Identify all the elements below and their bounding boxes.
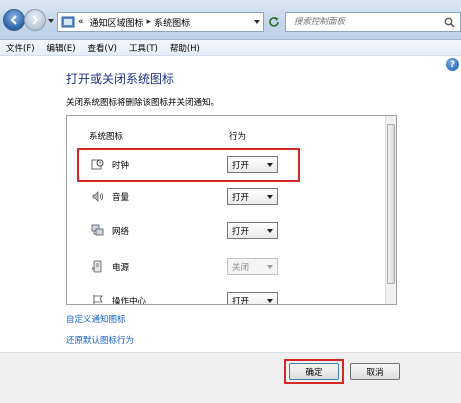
chevron-down-icon (267, 265, 273, 269)
history-dropdown-icon[interactable] (47, 17, 55, 25)
menu-help[interactable]: 帮助(H) (170, 42, 200, 54)
column-header-behavior: 行为 (229, 132, 247, 142)
search-input[interactable] (286, 17, 436, 27)
menu-bar: 文件(F) 编辑(E) 查看(V) 工具(T) 帮助(H) (0, 40, 461, 56)
chevron-down-icon (267, 229, 273, 233)
dialog-footer: 确定 取消 (0, 352, 461, 403)
address-dropdown-icon[interactable] (253, 18, 261, 26)
list-item-label: 网络 (112, 227, 130, 237)
cancel-button[interactable]: 取消 (350, 363, 400, 380)
forward-arrow-icon (32, 15, 39, 25)
breadcrumb-separator: ▸ (146, 17, 152, 27)
scrollbar-thumb[interactable] (387, 124, 395, 284)
back-arrow-icon (10, 15, 17, 25)
menu-tools[interactable]: 工具(T) (129, 42, 158, 54)
breadcrumb-overflow[interactable]: « (78, 17, 84, 27)
chevron-down-icon (267, 195, 273, 199)
restore-default-behaviors-link[interactable]: 还原默认图标行为 (66, 334, 134, 346)
action-center-behavior-dropdown[interactable]: 打开 (227, 292, 278, 305)
dropdown-value: 打开 (232, 296, 250, 305)
search-box[interactable] (285, 12, 461, 32)
system-icons-list: 系统图标 行为 时钟 打开 音量 打开 网络 打开 电源 关闭 操作中心 打开 (66, 115, 397, 305)
address-field[interactable]: « 通知区域图标 ▸ 系统图标 (57, 12, 264, 32)
breadcrumb-notification-icons[interactable]: 通知区域图标 (90, 16, 144, 29)
address-toolbar: « 通知区域图标 ▸ 系统图标 (0, 0, 461, 40)
dropdown-value: 关闭 (232, 262, 250, 273)
list-item-label: 电源 (112, 263, 130, 273)
menu-file[interactable]: 文件(F) (6, 42, 35, 54)
page-title: 打开或关闭系统图标 (66, 72, 175, 86)
column-header-system-icon: 系统图标 (89, 132, 124, 142)
network-behavior-dropdown[interactable]: 打开 (227, 222, 278, 239)
list-item-volume: 音量 打开 (67, 186, 385, 208)
breadcrumb-system-icons[interactable]: 系统图标 (154, 16, 190, 29)
list-item-action-center: 操作中心 打开 (67, 290, 385, 305)
power-behavior-dropdown: 关闭 (227, 258, 278, 275)
dropdown-value: 打开 (232, 192, 250, 203)
volume-icon (92, 191, 104, 202)
forward-button[interactable] (24, 9, 46, 31)
action-center-icon (93, 295, 103, 304)
power-icon (92, 260, 102, 273)
back-button[interactable] (3, 9, 25, 31)
search-icon[interactable] (444, 17, 455, 28)
help-icon[interactable]: ? (446, 58, 459, 71)
network-icon (91, 224, 104, 236)
clock-row-highlight (77, 148, 300, 182)
menu-view[interactable]: 查看(V) (88, 42, 117, 54)
list-item-label: 音量 (112, 193, 130, 203)
list-item-label: 操作中心 (112, 297, 147, 305)
ok-button[interactable]: 确定 (289, 363, 339, 380)
list-item-power: 电源 关闭 (67, 256, 385, 278)
control-panel-icon (61, 16, 75, 28)
volume-behavior-dropdown[interactable]: 打开 (227, 188, 278, 205)
refresh-icon (269, 17, 279, 27)
menu-edit[interactable]: 编辑(E) (47, 42, 76, 54)
list-scrollbar[interactable] (385, 116, 396, 304)
dropdown-value: 打开 (232, 226, 250, 237)
refresh-button[interactable] (266, 12, 282, 32)
chevron-down-icon (267, 299, 273, 303)
list-item-network: 网络 打开 (67, 220, 385, 242)
page-description: 关闭系统图标将删除该图标并关闭通知。 (66, 98, 220, 108)
customize-notification-icons-link[interactable]: 自定义通知图标 (66, 313, 126, 325)
